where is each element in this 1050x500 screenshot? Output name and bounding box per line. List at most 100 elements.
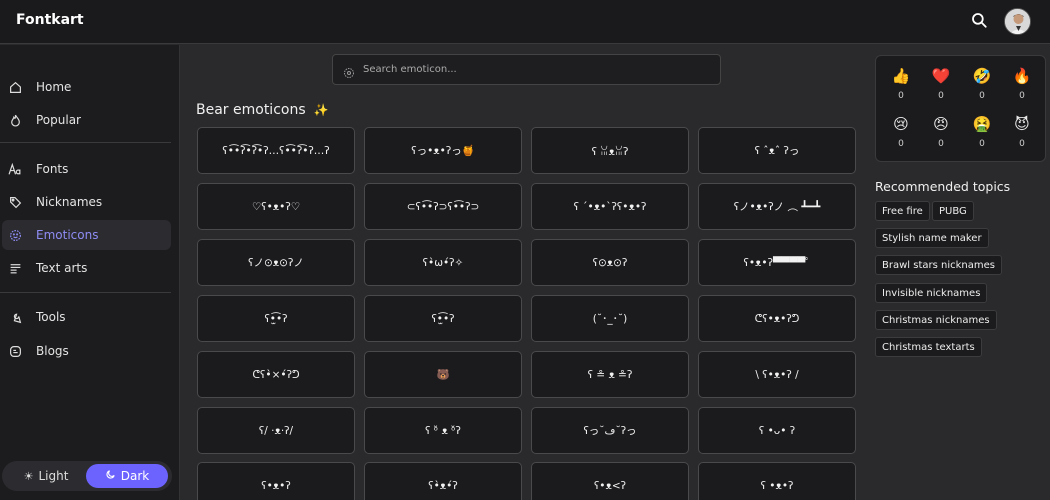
emoticon-search[interactable] (332, 54, 721, 85)
light-theme-label: Light (38, 469, 69, 483)
sidebar-item-home[interactable]: Home (2, 72, 171, 102)
dark-theme-label: Dark (120, 469, 150, 483)
search-input[interactable] (363, 64, 693, 75)
sidebar-item-label: Text arts (36, 261, 88, 275)
tools-icon (8, 310, 22, 324)
sidebar-item-label: Tools (36, 310, 66, 324)
emoticon-card[interactable]: ᕦʕ•̀×•́ʔᕤ (197, 351, 355, 398)
emoticon-card[interactable]: ᕦʕ•ᴥ•ʔᕤ (698, 295, 856, 342)
sidebar-item-label: Emoticons (36, 228, 99, 242)
sidebar-item-label: Home (36, 80, 72, 94)
page-title: Bear emoticons (196, 102, 306, 118)
reaction-count: 0 (1019, 91, 1025, 101)
emoticon-search-icon (343, 64, 355, 78)
sad-icon: 😢 (893, 115, 909, 133)
emoticon-card[interactable]: ʕ•ᴥ•ʔ▀▀▀▀ﾟ (698, 239, 856, 286)
emoticon-card[interactable]: ♡ʕ•ᴥ•ʔ♡ (197, 183, 355, 230)
topic-tag[interactable]: PUBG (932, 201, 974, 221)
reaction-button[interactable]: 😠 0 (926, 114, 956, 149)
emoticon-card[interactable]: ʕ ᵒ̌ ᴥ ᵒ̌ʔ (364, 407, 522, 454)
emoticon-card[interactable]: (˘･_･˘) (531, 295, 689, 342)
emoticon-card[interactable]: ʕノ•ᴥ•ʔノ ︵ ┻━┻ (698, 183, 856, 230)
emoticon-card[interactable]: ʕっ•ᴥ•ʔっ🍯 (364, 127, 522, 174)
sidebar-item-label: Nicknames (36, 195, 103, 209)
emoticon-card[interactable]: ʕ/ ·ᴥ·ʔ/ (197, 407, 355, 454)
topic-tag[interactable]: Stylish name maker (875, 228, 989, 248)
topic-tag[interactable]: Brawl stars nicknames (875, 255, 1002, 275)
sidebar-item-text-arts[interactable]: Text arts (2, 253, 171, 283)
laughing-icon: 🤣 (972, 67, 992, 85)
emoticon-card[interactable]: ʕ •ᴥ•ʔ (698, 462, 856, 500)
heart-icon: ❤️ (931, 67, 951, 85)
emoticon-card[interactable]: ⊂ʕ•͡•ʔ⊃ʕ•͡•ʔ⊃ (364, 183, 522, 230)
sidebar-item-label: Fonts (36, 162, 69, 176)
reaction-count: 0 (979, 91, 985, 101)
sidebar-item-tools[interactable]: Tools (2, 302, 171, 332)
emoticon-icon (8, 228, 22, 242)
flame-icon (8, 113, 22, 127)
emoticon-card[interactable]: ʕ •ᴗ• ʔ (698, 407, 856, 454)
text-art-icon (8, 261, 22, 275)
reaction-button[interactable]: 👍 0 (886, 66, 916, 101)
reaction-count: 0 (898, 139, 904, 149)
topics-title: Recommended topics (875, 179, 1011, 194)
site-logo[interactable]: Fontkart (16, 12, 84, 28)
reaction-count: 0 (979, 139, 985, 149)
light-theme-button[interactable]: ☀ Light (8, 464, 84, 488)
thumbs-up-icon: 👍 (891, 67, 911, 85)
emoticon-card[interactable]: ʕ•̀ᴥ•́ʔ (364, 462, 522, 500)
tag-icon (8, 195, 22, 209)
sidebar-item-label: Blogs (36, 344, 69, 358)
topic-tag[interactable]: Free fire (875, 201, 930, 221)
emoticon-card[interactable]: 🐻 (364, 351, 522, 398)
sidebar-divider (0, 292, 171, 293)
sidebar-item-fonts[interactable]: Fonts (2, 154, 171, 184)
emoticon-card[interactable]: ʕ•̫͡•ʔ (364, 295, 522, 342)
emoticon-card[interactable]: ʕ ´•ᴥ•`ʔʕ•ᴥ•ʔ (531, 183, 689, 230)
emoticon-card[interactable]: ʕ•̫͡•ʔ (197, 295, 355, 342)
sidebar-item-emoticons[interactable]: Emoticons (2, 220, 171, 250)
emoticon-card[interactable]: ʕ⊙ᴥ⊙ʔ (531, 239, 689, 286)
sidebar-item-blogs[interactable]: Blogs (2, 336, 171, 366)
sidebar-item-nicknames[interactable]: Nicknames (2, 187, 171, 217)
topic-tag[interactable]: Invisible nicknames (875, 283, 988, 303)
emoticon-card[interactable]: ʕ ˆᴥˆ ʔっ (698, 127, 856, 174)
emoticon-card[interactable]: ʕ•̀ω•́ʔ✧ (364, 239, 522, 286)
sidebar-item-popular[interactable]: Popular (2, 105, 171, 135)
reaction-count: 0 (1019, 139, 1025, 149)
angry-icon: 😠 (933, 115, 949, 133)
reaction-button[interactable]: 😈 0 (1007, 114, 1037, 149)
reaction-count: 0 (938, 91, 944, 101)
emoticon-card[interactable]: ʕっ˘ڡ˘ʔっ (531, 407, 689, 454)
emoticon-card[interactable]: ʕ•ᴥ•ʔ (197, 462, 355, 500)
reaction-button[interactable]: 🤮 0 (967, 114, 997, 149)
section-title: Bear emoticons ✨ (196, 102, 329, 118)
emoticon-card[interactable]: ʕ ≗ ᴥ ≗ʔ (531, 351, 689, 398)
blog-icon (8, 344, 22, 358)
reaction-button[interactable]: 🔥 0 (1007, 66, 1037, 101)
emoticon-card[interactable]: ʕノ⊙ᴥ⊙ʔノ (197, 239, 355, 286)
sidebar-item-label: Popular (36, 113, 81, 127)
reaction-button[interactable]: 😢 0 (886, 114, 916, 149)
vomit-icon: 🤮 (972, 115, 992, 133)
reaction-button[interactable]: 🤣 0 (967, 66, 997, 101)
reaction-button[interactable]: ❤️ 0 (926, 66, 956, 101)
emoticon-card[interactable]: ʕ•͡•ʔ͡•ʔ͡•ʔ…ʕ•͡•ʔ͡•ʔ…ʔ (197, 127, 355, 174)
fire-icon: 🔥 (1012, 67, 1032, 85)
top-bar: Fontkart (0, 0, 1050, 44)
theme-toggle: ☀ Light Dark (2, 461, 172, 491)
font-icon (8, 162, 22, 176)
reaction-count: 0 (898, 91, 904, 101)
emoticon-card[interactable]: ʕ•ᴥ<ʔ (531, 462, 689, 500)
emoticon-card[interactable]: \ ʕ•ᴥ•ʔ / (698, 351, 856, 398)
sidebar-divider (0, 142, 171, 143)
dark-theme-button[interactable]: Dark (86, 464, 168, 488)
reaction-count: 0 (938, 139, 944, 149)
topic-tag[interactable]: Christmas textarts (875, 337, 982, 357)
search-icon[interactable] (970, 11, 990, 31)
emoticon-card[interactable]: ʕ ꈍᴥꈍʔ (531, 127, 689, 174)
sun-icon: ☀ (23, 469, 34, 483)
topic-tag[interactable]: Christmas nicknames (875, 310, 997, 330)
home-icon (8, 80, 22, 94)
avatar[interactable] (1004, 8, 1031, 35)
